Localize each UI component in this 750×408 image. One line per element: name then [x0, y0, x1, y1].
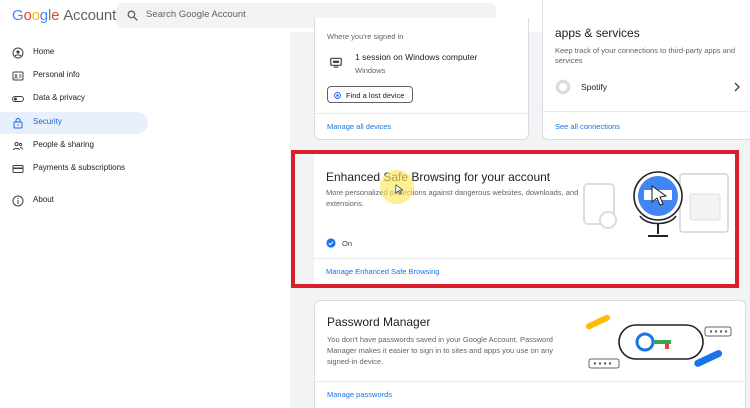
sidebar-item-label: Data & privacy	[33, 93, 86, 102]
sidebar-item-about[interactable]: About	[0, 190, 148, 212]
chevron-right-icon[interactable]	[731, 81, 743, 93]
sidebar-item-label: Security	[33, 117, 62, 126]
google-account-logo[interactable]: Google Account	[12, 7, 116, 24]
see-all-connections-link[interactable]: See all connections	[555, 122, 620, 131]
password-key-illustration	[585, 314, 732, 369]
highlight-box	[291, 150, 739, 288]
sidebar-item-personal-info[interactable]: Personal info	[0, 65, 148, 87]
logo-suffix: Account	[63, 7, 117, 24]
sidebar-item-security[interactable]: Security	[0, 112, 148, 134]
find-lost-device-button[interactable]: Find a lost device	[327, 86, 413, 103]
credit-card-icon	[12, 165, 24, 173]
sidebar-item-label: Personal info	[33, 70, 80, 79]
apps-title: apps & services	[555, 26, 640, 40]
sidebar-item-data-privacy[interactable]: Data & privacy	[0, 88, 148, 110]
locate-icon	[334, 91, 341, 99]
sidebar-item-home[interactable]: Home	[0, 42, 148, 64]
toggle-icon	[12, 96, 24, 102]
app-name[interactable]: Spotify	[581, 82, 607, 92]
session-os: Windows	[355, 66, 386, 75]
sidebar-item-label: Payments & subscriptions	[33, 163, 126, 172]
apps-card: apps & services Keep track of your conne…	[542, 0, 750, 140]
password-manager-card: Password Manager You don't have password…	[314, 300, 747, 408]
devices-subtitle: Where you're signed in	[327, 32, 404, 41]
apps-divider	[543, 111, 750, 112]
id-card-icon	[12, 71, 24, 81]
manage-passwords-link[interactable]: Manage passwords	[327, 390, 392, 399]
manage-devices-link[interactable]: Manage all devices	[327, 122, 391, 131]
home-person-icon	[12, 47, 24, 59]
info-icon	[12, 195, 24, 207]
sidebar-item-label: People & sharing	[33, 140, 94, 149]
sidebar-item-label: Home	[33, 47, 55, 56]
devices-card: Where you're signed in 1 session on Wind…	[314, 18, 529, 140]
search-input[interactable]: Search Google Account	[146, 9, 246, 20]
devices-divider	[315, 113, 528, 114]
session-text: 1 session on Windows computer	[355, 52, 478, 62]
password-manager-title: Password Manager	[327, 315, 431, 329]
password-manager-description: You don't have passwords saved in your G…	[327, 335, 553, 366]
computer-icon	[330, 57, 342, 68]
search-icon	[127, 10, 138, 21]
people-icon	[13, 141, 23, 151]
password-divider	[315, 381, 747, 382]
sidebar-item-label: About	[33, 195, 54, 204]
sidebar-item-payments[interactable]: Payments & subscriptions	[0, 158, 148, 180]
sidebar-item-people-sharing[interactable]: People & sharing	[0, 135, 148, 157]
sidebar: Home Personal info Data & privacy Securi…	[0, 32, 290, 408]
apps-description: Keep track of your connections to third-…	[555, 46, 736, 65]
lock-icon	[13, 118, 23, 129]
spotify-app-icon	[555, 79, 571, 95]
